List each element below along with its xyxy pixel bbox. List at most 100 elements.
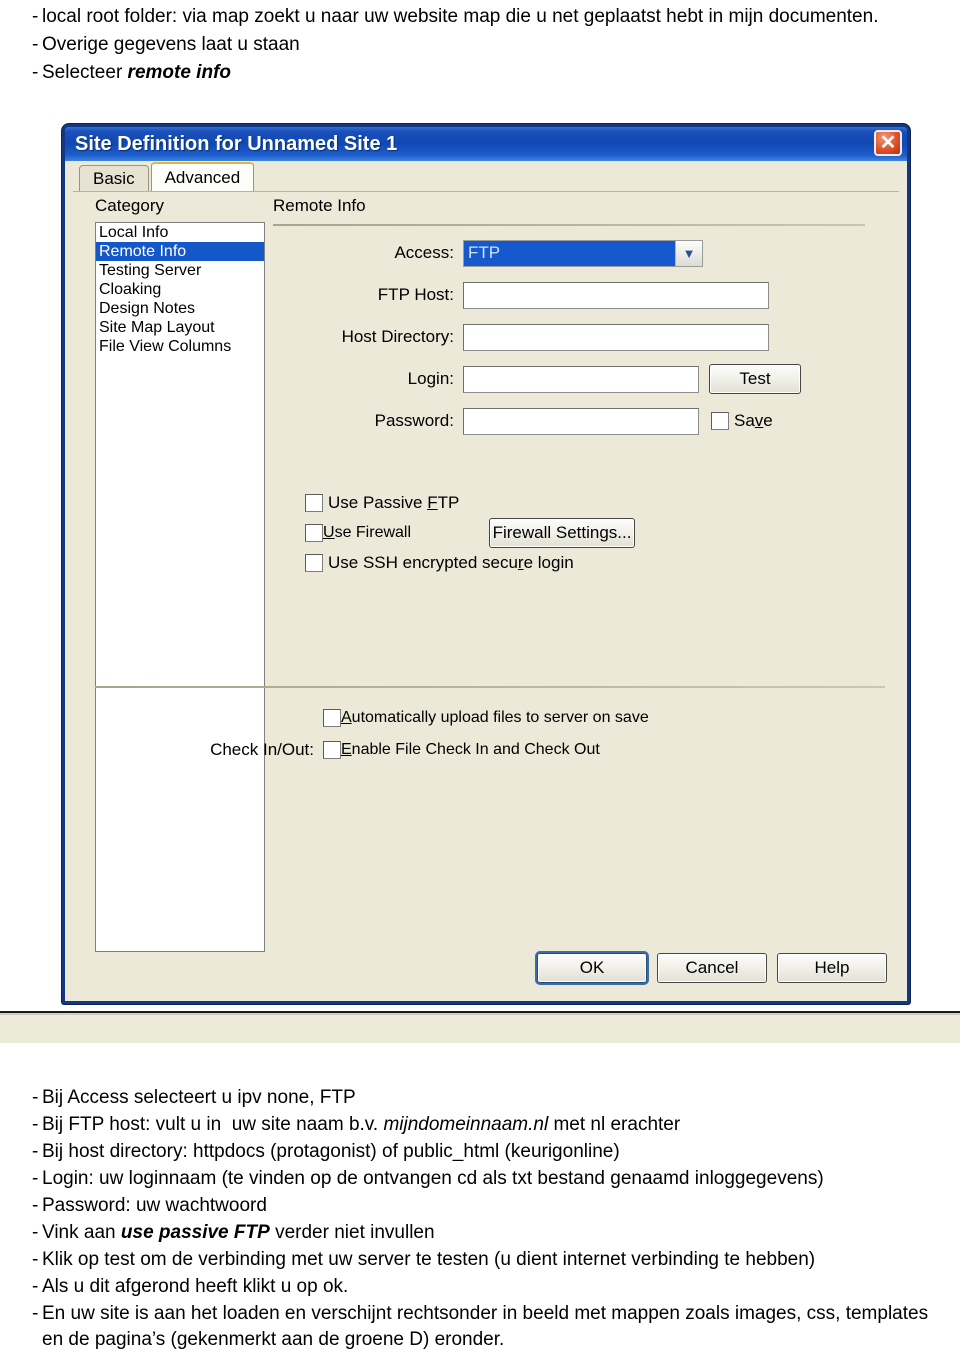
access-select[interactable]: FTP ▼ — [463, 239, 703, 267]
sidebar-item-cloaking[interactable]: Cloaking — [96, 280, 264, 299]
use-passive-ftp-row: Use Passive FTP — [305, 488, 635, 518]
list-item: - Password: uw wachtwoord — [0, 1193, 960, 1219]
use-passive-ftp-checkbox[interactable] — [305, 494, 323, 512]
sidebar-item-site-map-layout[interactable]: Site Map Layout — [96, 318, 264, 337]
list-item-text: Klik op test om de verbinding met uw ser… — [42, 1249, 816, 1270]
auto-upload-checkbox[interactable] — [323, 709, 341, 727]
list-item-text-emphasis: remote info — [127, 62, 231, 83]
sidebar-item-design-notes[interactable]: Design Notes — [96, 299, 264, 318]
bullet-dash: - — [32, 62, 39, 83]
list-item-text: local root folder: via map zoekt u naar … — [42, 6, 879, 27]
list-item: - Overige gegevens laat u staan — [0, 32, 960, 58]
passive-pre: Use Passive — [328, 493, 428, 512]
host-directory-label: Host Directory: — [341, 327, 454, 346]
sidebar-item-remote-info[interactable]: Remote Info — [96, 242, 264, 261]
access-label: Access: — [394, 243, 454, 262]
dialog-title: Site Definition for Unnamed Site 1 — [75, 132, 398, 155]
list-item: - Vink aan use passive FTP verder niet i… — [0, 1220, 960, 1246]
save-label-post: e — [763, 411, 773, 430]
list-item-text: Als u dit afgerond heeft klikt u op ok. — [42, 1276, 349, 1297]
auto-upload-post: utomatically upload files to server on s… — [351, 709, 649, 726]
ssh-pre: Use SSH encrypted secu — [328, 553, 518, 572]
list-item-text: En uw site is aan het loaden en verschij… — [42, 1303, 929, 1350]
top-instructions: - local root folder: via map zoekt u naa… — [0, 4, 960, 88]
password-row: Password: Save — [273, 404, 887, 438]
dialog-titlebar: Site Definition for Unnamed Site 1 ✕ — [65, 127, 907, 161]
ftp-host-row: FTP Host: — [273, 278, 887, 312]
firewall-settings-button[interactable]: Firewall Settings... — [489, 518, 636, 548]
band-highlight — [0, 1013, 960, 1015]
use-firewall-row: Use Firewall Firewall Settings... — [305, 518, 636, 548]
save-password-checkbox-wrap: Save — [711, 411, 773, 431]
enable-checkinout-label: Enable File Check In and Check Out — [341, 741, 600, 759]
test-button[interactable]: Test — [709, 364, 801, 394]
bullet-dash: - — [32, 1168, 39, 1189]
auto-upload-mnemonic: A — [341, 709, 352, 726]
firewall-mnemonic: U — [323, 524, 335, 541]
page-band — [0, 1011, 960, 1043]
tab-basic-label: Basic — [93, 168, 135, 188]
auto-upload-row: Automatically upload files to server on … — [95, 702, 885, 734]
use-ssh-row: Use SSH encrypted secure login — [305, 548, 635, 578]
passive-ftp-emphasis: use passive FTP — [120, 1222, 270, 1243]
list-item: - local root folder: via map zoekt u naa… — [0, 4, 960, 30]
check-inout-divider — [95, 686, 885, 688]
help-button[interactable]: Help — [777, 953, 887, 983]
password-input[interactable] — [463, 407, 699, 435]
tab-basic[interactable]: Basic — [79, 165, 149, 191]
ftp-options-group: Use Passive FTP Use Firewall Firewall Se… — [305, 488, 636, 578]
sidebar-item-local-info[interactable]: Local Info — [96, 223, 264, 242]
sidebar-item-testing-server[interactable]: Testing Server — [96, 261, 264, 280]
host-directory-row: Host Directory: — [273, 320, 887, 354]
close-glyph: ✕ — [879, 132, 897, 154]
remote-info-form: Access: FTP ▼ FTP Host: Host Directory: … — [273, 236, 887, 446]
list-item: - Bij host directory: httpdocs (protagon… — [0, 1139, 960, 1165]
list-item: - Bij FTP host: vult u in uw site naam b… — [0, 1112, 960, 1138]
use-firewall-label: Use Firewall — [323, 524, 411, 542]
list-item: - Login: uw loginnaam (te vinden op de o… — [0, 1166, 960, 1192]
ftp-host-input[interactable] — [463, 281, 769, 309]
list-item-text: Bij FTP host: vult u in uw site naam b.v… — [42, 1114, 681, 1135]
checkinout-post: nable File Check In and Check Out — [351, 741, 600, 758]
list-item-text: Password: uw wachtwoord — [42, 1195, 267, 1216]
tab-bar: Basic Advanced — [65, 161, 907, 191]
host-directory-input[interactable] — [463, 323, 769, 351]
cancel-button[interactable]: Cancel — [657, 953, 767, 983]
access-selected-value: FTP — [464, 240, 675, 266]
save-password-checkbox[interactable] — [711, 412, 729, 430]
list-item-text: Bij host directory: httpdocs (protagonis… — [42, 1141, 620, 1162]
bullet-dash: - — [32, 34, 39, 55]
bullet-dash: - — [32, 1141, 39, 1162]
login-input[interactable] — [463, 365, 699, 393]
enable-checkinout-checkbox[interactable] — [323, 741, 341, 759]
list-item: - En uw site is aan het loaden en versch… — [0, 1301, 960, 1353]
list-item-text: Overige gegevens laat u staan — [42, 34, 300, 55]
ftp-host-label: FTP Host: — [377, 285, 454, 304]
bullet-dash: - — [32, 1087, 39, 1108]
bullet-dash: - — [32, 1303, 39, 1324]
use-ssh-checkbox[interactable] — [305, 554, 323, 572]
tab-advanced[interactable]: Advanced — [150, 162, 255, 191]
list-item-text-plain: Selecteer — [42, 62, 128, 83]
use-firewall-checkbox[interactable] — [305, 524, 323, 542]
bullet-dash: - — [32, 1276, 39, 1297]
sidebar-item-file-view-columns[interactable]: File View Columns — [96, 337, 264, 356]
check-inout-group: Automatically upload files to server on … — [95, 702, 885, 766]
tab-advanced-label: Advanced — [164, 167, 241, 187]
close-icon[interactable]: ✕ — [874, 130, 902, 156]
bullet-dash: - — [32, 1222, 39, 1243]
category-listbox[interactable]: Local Info Remote Info Testing Server Cl… — [95, 222, 265, 952]
list-item-text: Selecteer remote info — [42, 60, 960, 86]
domain-example: mijndomeinnaam.nl — [383, 1114, 549, 1135]
ok-button[interactable]: OK — [537, 953, 647, 983]
save-password-label: Save — [734, 411, 773, 431]
site-definition-dialog: Site Definition for Unnamed Site 1 ✕ Bas… — [62, 124, 910, 1004]
category-heading: Category — [95, 196, 164, 215]
ssh-post: e login — [523, 553, 574, 572]
check-inout-label: Check In/Out: — [210, 740, 314, 759]
password-label: Password: — [374, 411, 454, 430]
chevron-down-icon[interactable]: ▼ — [675, 240, 702, 266]
bottom-instructions: - Bij Access selecteert u ipv none, FTP … — [0, 1085, 960, 1354]
dialog-footer: OK Cancel Help — [537, 953, 887, 983]
list-item: - Klik op test om de verbinding met uw s… — [0, 1247, 960, 1273]
